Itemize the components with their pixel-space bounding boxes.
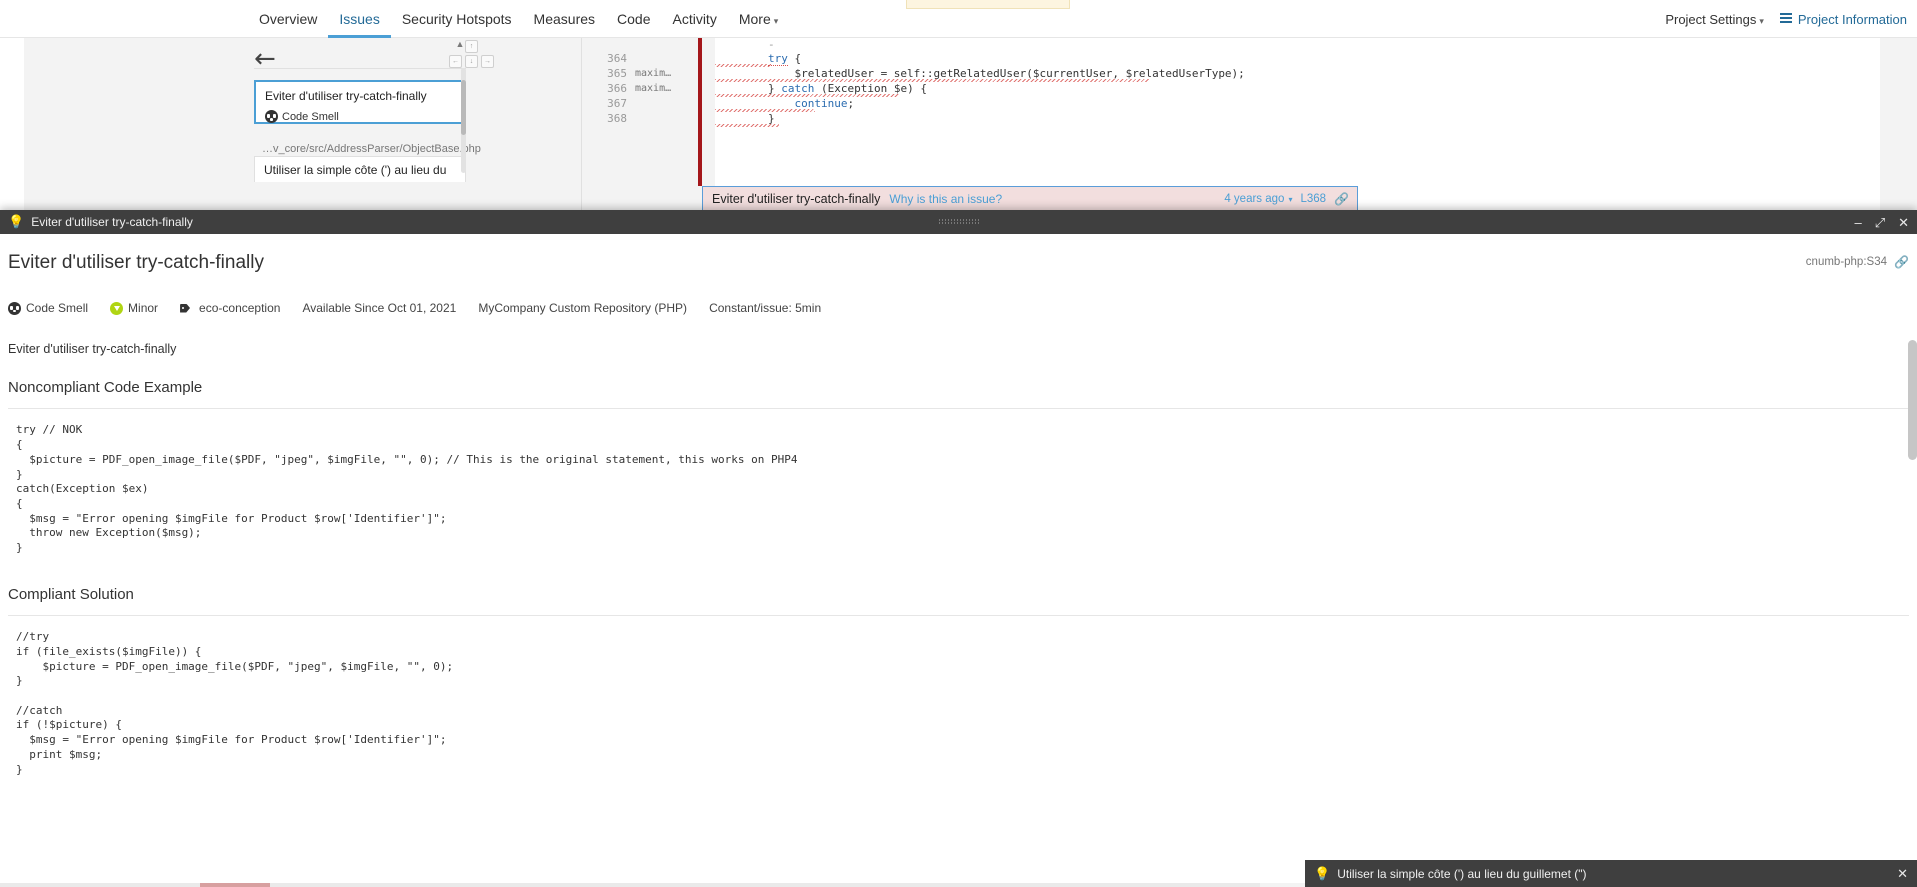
project-settings-menu[interactable]: Project Settings ▾ — [1665, 12, 1764, 27]
issue-list-item-type: Code Smell — [282, 110, 339, 123]
issue-list-item-next-title: Utiliser la simple côte (') au lieu du — [264, 163, 447, 177]
line-number: 365 — [607, 67, 627, 80]
rule-description: Eviter d'utiliser try-catch-finally — [8, 342, 177, 356]
rule-title: Eviter d'utiliser try-catch-finally — [8, 252, 264, 273]
page-scrollbar-thumb[interactable] — [1908, 340, 1917, 460]
compliant-code-example: //try if (file_exists($imgFile)) { $pict… — [8, 630, 1909, 778]
issue-age-label: 4 years ago — [1224, 193, 1285, 205]
divider — [8, 615, 1909, 617]
link-icon[interactable]: 🔗 — [1334, 192, 1349, 206]
modal-content: cnumb-php:S34 🔗 Eviter d'utiliser try-ca… — [0, 234, 1917, 887]
rule-type-label: Code Smell — [26, 301, 89, 315]
issues-list-scrollbar-thumb[interactable] — [461, 80, 466, 135]
issue-file-path: …v_core/src/AddressParser/ObjectBase.php — [262, 143, 481, 155]
issue-line-ref[interactable]: L368 — [1300, 193, 1326, 205]
tab-activity[interactable]: Activity — [661, 0, 727, 38]
inline-issue-title: Eviter d'utiliser try-catch-finally — [712, 192, 881, 206]
tab-overview[interactable]: Overview — [248, 0, 328, 38]
code-line: 364 try { — [583, 52, 1917, 67]
project-nav-tabs: Overview Issues Security Hotspots Measur… — [248, 0, 789, 38]
why-is-this-an-issue-link[interactable]: Why is this an issue? — [889, 192, 1002, 206]
noncompliant-code-example: try // NOK { $picture = PDF_open_image_f… — [8, 423, 1909, 556]
rule-metadata-row: Code Smell Minor eco-conception Availabl… — [8, 301, 1909, 315]
lightbulb-icon: 💡 — [1314, 865, 1331, 881]
code-smell-icon — [265, 110, 278, 123]
inline-issue-header-right: 4 years ago ▾ L368 🔗 — [1224, 192, 1349, 206]
project-nav-right: Project Settings ▾ Project Information — [1665, 0, 1907, 38]
scm-author[interactable]: maxim… — [635, 67, 671, 82]
rule-detail-modal: 💡 Eviter d'utiliser try-catch-finally – … — [0, 210, 1917, 887]
project-settings-label: Project Settings — [1665, 11, 1757, 27]
chevron-down-icon: ▾ — [1759, 15, 1764, 26]
rule-severity: Minor — [110, 301, 158, 315]
toast-notification: 💡 Utiliser la simple côte (') au lieu du… — [1305, 860, 1917, 887]
tab-measures-label: Measures — [533, 11, 596, 27]
key-up-icon: ↑ — [465, 40, 478, 53]
list-icon — [1779, 13, 1792, 25]
issue-list-item-next[interactable]: Utiliser la simple côte (') au lieu du — [254, 156, 466, 182]
tab-more-label: More — [738, 11, 771, 27]
tab-security-hotspots-label: Security Hotspots — [401, 11, 512, 27]
minimize-icon[interactable]: – — [1854, 216, 1861, 229]
issue-list-item-selected[interactable]: Eviter d'utiliser try-catch-finally Code… — [254, 80, 466, 124]
tab-measures[interactable]: Measures — [523, 0, 606, 38]
modal-drag-handle[interactable] — [938, 219, 979, 224]
project-information-label: Project Information — [1797, 11, 1907, 27]
chevron-down-icon: ▾ — [773, 16, 779, 26]
close-icon[interactable]: ✕ — [1898, 216, 1909, 229]
noncompliant-heading: Noncompliant Code Example — [8, 379, 203, 396]
modal-title-bar[interactable]: 💡 Eviter d'utiliser try-catch-finally – … — [0, 210, 1917, 234]
rule-tag-label: eco-conception — [199, 301, 281, 315]
close-icon[interactable]: ✕ — [1897, 866, 1908, 882]
issue-age[interactable]: 4 years ago ▾ — [1224, 193, 1292, 205]
expand-icon[interactable]: ⤢ — [1875, 216, 1885, 229]
modal-title-label: Eviter d'utiliser try-catch-finally — [31, 215, 193, 229]
line-number: 366 — [607, 82, 627, 95]
modal-title: 💡 Eviter d'utiliser try-catch-finally — [8, 214, 193, 230]
link-icon[interactable]: 🔗 — [1894, 255, 1909, 269]
toast-message: Utiliser la simple côte (') au lieu du g… — [1337, 866, 1587, 881]
issue-list-item-title: Eviter d'utiliser try-catch-finally — [265, 89, 427, 103]
tab-security-hotspots[interactable]: Security Hotspots — [391, 0, 523, 38]
minor-severity-icon — [110, 301, 124, 315]
compliant-heading: Compliant Solution — [8, 585, 134, 603]
key-down-icon: ↓ — [465, 55, 478, 68]
code-smell-icon — [8, 301, 21, 315]
rule-type: Code Smell — [8, 301, 88, 315]
rule-repository: MyCompany Custom Repository (PHP) — [478, 301, 688, 315]
tag-icon — [180, 303, 194, 314]
scm-author[interactable]: maxim… — [635, 82, 671, 97]
tab-code[interactable]: Code — [606, 0, 661, 38]
rule-key: cnumb-php:S34 — [1805, 256, 1887, 268]
scroll-up-icon[interactable]: ▲ — [454, 38, 466, 50]
issue-list-divider — [254, 68, 466, 78]
line-number: 367 — [607, 97, 627, 110]
tab-overview-label: Overview — [259, 11, 318, 27]
chevron-down-icon: ▾ — [1288, 194, 1293, 204]
tab-code-label: Code — [617, 11, 651, 27]
tab-issues-label: Issues — [339, 11, 380, 27]
code-line: 368 } — [583, 112, 1917, 127]
rule-severity-label: Minor — [128, 301, 159, 315]
line-number: 364 — [607, 52, 627, 65]
line-number: 368 — [607, 112, 627, 125]
app-root: Overview Issues Security Hotspots Measur… — [0, 0, 1917, 887]
tab-activity-label: Activity — [672, 11, 717, 27]
key-left-icon: ← — [449, 55, 462, 68]
key-right-icon: → — [481, 55, 494, 68]
rule-available-since: Available Since Oct 01, 2021 — [302, 301, 457, 315]
divider — [8, 408, 1909, 410]
rule-tag: eco-conception — [180, 301, 280, 315]
lightbulb-icon: 💡 — [8, 214, 25, 229]
issue-list-item-meta: Code Smell — [265, 110, 455, 123]
tab-more[interactable]: More ▾ — [728, 0, 789, 38]
modal-window-controls: – ⤢ ✕ — [1854, 210, 1909, 234]
notification-tab — [906, 0, 1070, 9]
top-navigation: Overview Issues Security Hotspots Measur… — [0, 0, 1917, 38]
project-information-link[interactable]: Project Information — [1779, 11, 1907, 27]
tab-issues[interactable]: Issues — [328, 0, 391, 38]
rule-remediation: Constant/issue: 5min — [709, 301, 822, 315]
